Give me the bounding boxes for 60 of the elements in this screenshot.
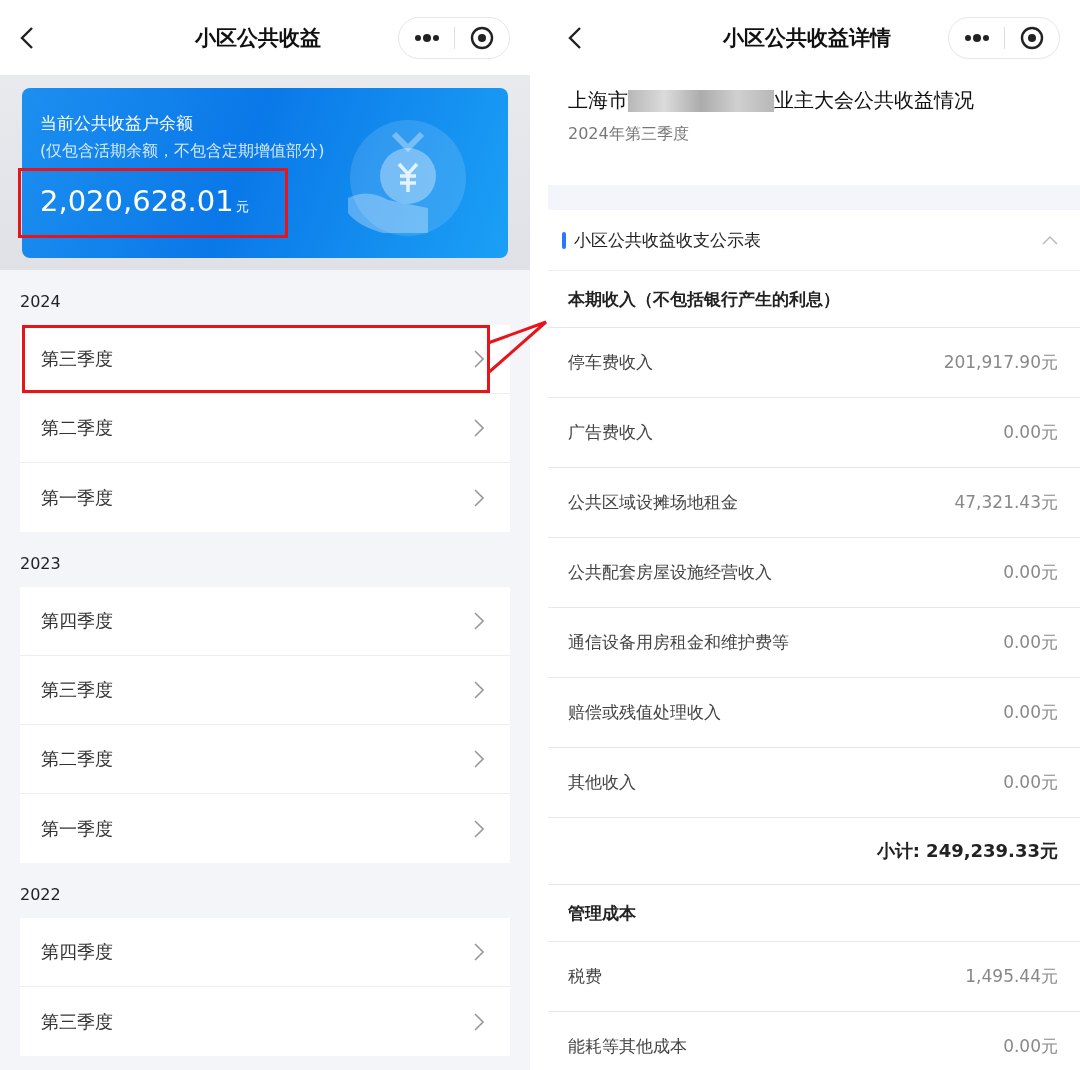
more-icon[interactable] (964, 33, 991, 42)
item-name: 赔偿或残值处理收入 (568, 701, 721, 724)
item-name: 税费 (568, 965, 602, 988)
back-icon[interactable] (20, 25, 34, 50)
quarter-item[interactable]: 第一季度 (20, 463, 510, 532)
item-amount: 47,321.43元 (954, 491, 1058, 514)
chevron-right-icon (474, 819, 484, 838)
section-title: 小区公共收益收支公示表 (574, 228, 762, 252)
chevron-right-icon (474, 750, 484, 768)
chevron-right-icon (474, 943, 484, 961)
item-amount: 0.00元 (1003, 421, 1058, 444)
balance-label: 当前公共收益户余额 (40, 112, 194, 135)
subtotal: 小计: 249,239.33元 (876, 839, 1058, 863)
report-period: 2024年第三季度 (568, 124, 690, 145)
item-amount: 0.00元 (1003, 561, 1058, 584)
section-header[interactable]: 小区公共收益收支公示表 (548, 210, 1080, 271)
item-amount: 0.00元 (1003, 1035, 1058, 1058)
group-heading: 管理成本 (568, 901, 636, 925)
quarter-item[interactable]: 第三季度 (20, 656, 510, 725)
balance-note: (仅包含活期余额，不包含定期增值部分) (40, 141, 326, 162)
item-name: 停车费收入 (568, 351, 653, 374)
item-name: 公共配套房屋设施经营收入 (568, 561, 772, 584)
item-amount: 0.00元 (1003, 771, 1058, 794)
item-name: 能耗等其他成本 (568, 1035, 687, 1058)
year-label: 2024 (19, 291, 62, 313)
quarter-item[interactable]: 第二季度 (20, 394, 510, 463)
item-amount: 1,495.44元 (965, 965, 1058, 988)
item-amount: 0.00元 (1003, 701, 1058, 724)
chevron-right-icon (474, 419, 484, 437)
currency-unit: 元 (235, 198, 249, 216)
item-name: 其他收入 (568, 771, 636, 794)
balance-amount: 2,020,628.01 (40, 184, 234, 218)
close-icon[interactable] (469, 25, 494, 50)
quarter-item[interactable]: 第四季度 (20, 587, 510, 656)
chevron-right-icon (474, 1012, 484, 1031)
item-amount: 0.00元 (1003, 631, 1058, 654)
item-name: 通信设备用房租金和维护费等 (568, 631, 789, 654)
quarter-item[interactable]: 第一季度 (20, 794, 510, 863)
page-title: 小区公共收益详情 (722, 24, 892, 52)
accent-bar (562, 231, 566, 249)
year-label: 2023 (19, 553, 62, 575)
chevron-right-icon (474, 612, 484, 630)
group-heading: 本期收入（不包括银行产生的利息） (568, 287, 840, 311)
more-icon[interactable] (414, 33, 441, 42)
quarter-item[interactable]: 第二季度 (20, 725, 510, 794)
back-icon[interactable] (568, 25, 582, 50)
report-title-start: 上海市 (568, 87, 628, 114)
quarter-item[interactable]: 第三季度 (20, 325, 510, 394)
page-title: 小区公共收益 (194, 24, 322, 52)
close-icon[interactable] (1019, 25, 1044, 50)
item-name: 广告费收入 (568, 421, 653, 444)
year-label: 2022 (19, 884, 62, 906)
quarter-item[interactable]: 第三季度 (20, 987, 510, 1056)
chevron-right-icon (474, 350, 484, 368)
chevron-right-icon (474, 681, 484, 699)
chevron-right-icon (474, 488, 484, 507)
report-title-end: 业主大会公共收益情况 (774, 87, 974, 114)
item-name: 公共区域设摊场地租金 (568, 491, 738, 514)
quarter-item[interactable]: 第四季度 (20, 918, 510, 987)
item-amount: 201,917.90元 (943, 351, 1058, 374)
